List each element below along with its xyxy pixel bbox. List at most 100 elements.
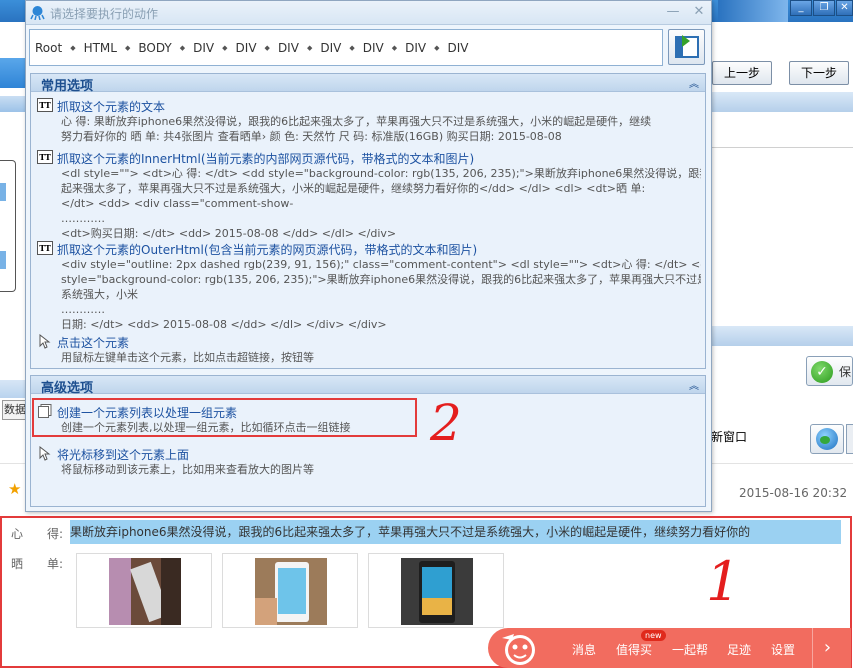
globe-icon: [816, 428, 838, 450]
description-line: <div style="outline: 2px dashed rgb(239,…: [61, 258, 701, 271]
phone-photo: [255, 558, 327, 625]
expand-panel-button[interactable]: [668, 29, 705, 65]
section-title: 高级选项: [41, 381, 94, 396]
breadcrumb-item[interactable]: DIV: [320, 41, 341, 55]
breadcrumb-separator-icon: ◆: [124, 43, 131, 52]
new-window-label: 新窗口: [711, 430, 748, 444]
next-tool-button[interactable]: [846, 424, 853, 454]
window-restore-icon[interactable]: ❐: [813, 0, 835, 16]
description-line: 系统强大，小米: [61, 288, 138, 301]
cursor-icon: [39, 334, 51, 349]
chevron-right-icon[interactable]: ›: [812, 628, 842, 668]
breadcrumb-item[interactable]: DIV: [363, 41, 384, 55]
phone-photo: [109, 558, 181, 625]
breadcrumb-item[interactable]: Root: [35, 41, 62, 55]
bottom-item-help[interactable]: 一起帮: [672, 641, 708, 658]
text-icon: TT: [37, 98, 53, 112]
breadcrumb-item[interactable]: DIV: [193, 41, 214, 55]
mascot-logo-icon: [502, 634, 535, 665]
right-header-band: [709, 92, 853, 112]
bottom-item-worth-buying[interactable]: 值得买: [616, 641, 652, 658]
description-line: 起来强太多了，苹果再强大只不过是系统强大，小米的崛起是硬件，继续努力看好你的</…: [61, 182, 646, 195]
section-header[interactable]: 常用选项 ︽: [31, 74, 705, 94]
window-close-icon[interactable]: ✕: [836, 0, 853, 16]
description-line: 用鼠标左键单击这个元素，比如点击超链接，按钮等: [61, 351, 314, 364]
breadcrumb-separator-icon: ◆: [264, 43, 270, 52]
prev-step-button[interactable]: 上一步: [712, 61, 772, 85]
right-header-band: [709, 326, 853, 346]
option-title[interactable]: 抓取这个元素的OuterHtml(包含当前元素的网页源代码，带格式的文本和图片): [57, 241, 477, 258]
option-extract-text[interactable]: TT 抓取这个元素的文本 心 得: 果断放弃iphone6果然没得说，跟我的6比…: [37, 98, 701, 143]
review-label: 心: [11, 527, 24, 541]
option-hover-element[interactable]: 将光标移到这个元素上面 将鼠标移动到该元素上，比如用来查看放大的图片等: [37, 446, 701, 478]
option-title[interactable]: 点击这个元素: [57, 334, 129, 351]
description-line: …………: [61, 303, 105, 316]
titlebar-decoration: [718, 0, 788, 22]
save-button-label: 保: [839, 365, 852, 379]
breadcrumb-separator-icon: ◆: [70, 43, 76, 52]
element-breadcrumb: Root ◆ HTML ◆ BODY ◆ DIV ◆ DIV ◆ DIV ◆ D…: [29, 29, 663, 66]
description-line: 日期: </dt> <dd> 2015-08-08 </dd> </dl> </…: [61, 318, 387, 331]
breadcrumb-separator-icon: ◆: [222, 43, 228, 52]
description-line: </dt> <dd> <div class="comment-show-: [61, 197, 294, 210]
annotation-number-2: 2: [430, 394, 462, 452]
right-selected-row[interactable]: [709, 114, 853, 148]
option-description: 用鼠标左键单击这个元素，比如点击超链接，按钮等: [61, 350, 701, 365]
option-extract-outerhtml[interactable]: TT 抓取这个元素的OuterHtml(包含当前元素的网页源代码，带格式的文本和…: [37, 241, 701, 331]
window-minimize-icon[interactable]: _: [790, 0, 812, 16]
close-icon[interactable]: ✕: [690, 3, 708, 21]
description-line: …………: [61, 212, 105, 225]
left-panel-tab[interactable]: [0, 251, 6, 269]
open-browser-button[interactable]: [810, 424, 844, 454]
description-line: <dl style=""> <dt>心 得: </dt> <dd style="…: [61, 167, 701, 180]
left-panel-tab[interactable]: [0, 183, 6, 201]
breadcrumb-item[interactable]: DIV: [278, 41, 299, 55]
review-photo-thumbnail[interactable]: [368, 553, 504, 628]
next-step-button[interactable]: 下一步: [789, 61, 849, 85]
minimize-icon[interactable]: —: [664, 3, 682, 21]
breadcrumb-item[interactable]: BODY: [138, 41, 171, 55]
photos-label: 单:: [47, 557, 64, 571]
breadcrumb-item[interactable]: DIV: [405, 41, 426, 55]
save-button[interactable]: ✓ 保: [806, 356, 853, 386]
option-click-element[interactable]: 点击这个元素 用鼠标左键单击这个元素，比如点击超链接，按钮等: [37, 334, 701, 366]
option-title[interactable]: 将光标移到这个元素上面: [57, 446, 189, 463]
option-description: 将鼠标移动到该元素上，比如用来查看放大的图片等: [61, 462, 701, 477]
left-toolbar-strip: [0, 58, 25, 88]
option-title[interactable]: 抓取这个元素的文本: [57, 98, 165, 115]
star-icon: ★: [8, 480, 22, 498]
collapse-icon[interactable]: ︽: [689, 377, 699, 392]
left-header-strip: [0, 96, 25, 112]
breadcrumb-separator-icon: ◆: [179, 43, 186, 52]
breadcrumb-item[interactable]: DIV: [236, 41, 257, 55]
description-line: 努力看好你的 晒 单: 共4张图片 查看晒单› 颜 色: 天然竹 尺 码: 标准…: [61, 130, 562, 143]
bottom-item-messages[interactable]: 消息: [572, 641, 596, 658]
text-icon: TT: [37, 150, 53, 164]
option-description: <dl style=""> <dt>心 得: </dt> <dd style="…: [61, 166, 701, 241]
annotation-number-1: 1: [706, 550, 741, 613]
bottom-item-settings[interactable]: 设置: [771, 641, 795, 658]
description-line: 心 得: 果断放弃iphone6果然没得说，跟我的6比起来强太多了，苹果再强大只…: [61, 115, 652, 128]
arrow-right-icon: [682, 35, 690, 47]
option-title[interactable]: 抓取这个元素的InnerHtml(当前元素的内部网页源代码，带格式的文本和图片): [57, 150, 474, 167]
new-badge: new: [641, 630, 666, 641]
collapse-icon[interactable]: ︽: [689, 75, 699, 90]
breadcrumb-separator-icon: ◆: [306, 43, 313, 52]
option-extract-innerhtml[interactable]: TT 抓取这个元素的InnerHtml(当前元素的内部网页源代码，带格式的文本和…: [37, 150, 701, 240]
common-options-section: 常用选项 ︽ TT 抓取这个元素的文本 心 得: 果断放弃iphone6果然没得…: [30, 73, 706, 369]
post-date: 2015-08-16 20:32: [739, 486, 848, 500]
breadcrumb-item[interactable]: HTML: [84, 41, 117, 55]
review-photo-thumbnail[interactable]: [76, 553, 212, 628]
octopus-app-icon: [30, 6, 45, 20]
dialog-titlebar[interactable]: 请选择要执行的动作 — ✕: [26, 1, 711, 25]
review-text[interactable]: 果断放弃iphone6果然没得说，跟我的6比起来强太多了，苹果再强大只不过是系统…: [70, 520, 841, 544]
photos-label: 晒: [11, 557, 24, 571]
breadcrumb-item[interactable]: DIV: [448, 41, 469, 55]
description-line: 将鼠标移动到该元素上，比如用来查看放大的图片等: [61, 463, 314, 476]
section-header[interactable]: 高级选项 ︽: [31, 376, 705, 396]
review-photo-thumbnail[interactable]: [222, 553, 358, 628]
highlight-box-create-list: [32, 398, 417, 437]
left-bar: [0, 380, 25, 398]
bottom-item-history[interactable]: 足迹: [727, 641, 751, 658]
description-line: <dt>购买日期: </dt> <dd> 2015-08-08 </dd> </…: [61, 227, 397, 240]
